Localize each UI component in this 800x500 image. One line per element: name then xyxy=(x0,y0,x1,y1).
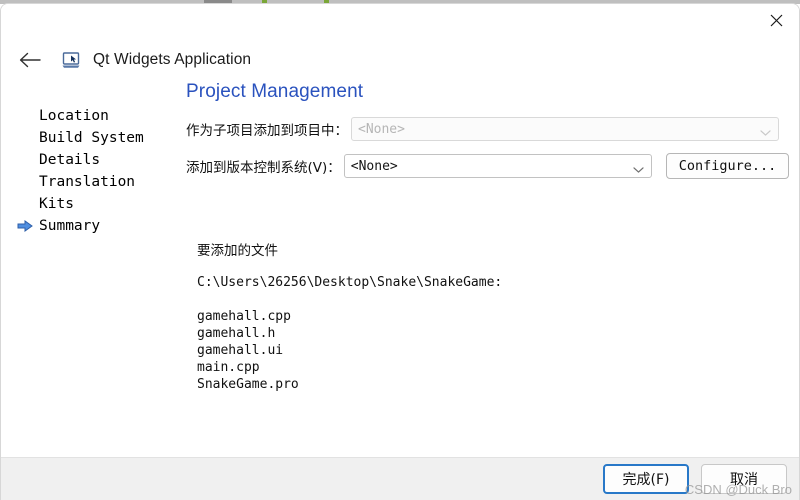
files-to-add-title: 要添加的文件 xyxy=(197,243,278,259)
vcs-label: 添加到版本控制系统(V)： xyxy=(186,160,341,176)
list-item: main.cpp xyxy=(197,360,260,375)
subproject-combobox[interactable]: <None> xyxy=(351,117,779,141)
list-item: gamehall.ui xyxy=(197,343,284,358)
subproject-row: 作为子项目添加到项目中： <None> xyxy=(186,117,799,141)
vcs-combobox[interactable]: <None> xyxy=(343,154,652,178)
sidebar-item-translation[interactable]: Translation xyxy=(1,171,181,193)
subproject-label: 作为子项目添加到项目中： xyxy=(186,123,348,139)
sidebar-item-label: Details xyxy=(39,152,101,168)
page-title: Qt Widgets Application xyxy=(93,51,252,68)
sidebar-item-label: Summary xyxy=(39,218,101,234)
files-target-path: C:\Users\26256\Desktop\Snake\SnakeGame: xyxy=(197,275,503,290)
wizard-dialog: Qt Widgets Application Location Build Sy… xyxy=(0,3,800,500)
configure-button[interactable]: Configure... xyxy=(665,153,790,179)
list-item: gamehall.cpp xyxy=(197,309,291,324)
sidebar-item-details[interactable]: Details xyxy=(1,149,181,171)
wizard-body: Location Build System Details Translatio… xyxy=(1,77,799,492)
cancel-button[interactable]: 取消 xyxy=(701,464,787,494)
wizard-header: Qt Widgets Application xyxy=(1,43,799,77)
wizard-step-list: Location Build System Details Translatio… xyxy=(1,105,181,237)
back-arrow-icon[interactable] xyxy=(15,45,45,75)
sidebar-item-label: Build System xyxy=(39,130,144,146)
chevron-down-icon xyxy=(760,126,771,136)
files-list: gamehall.cpp gamehall.h gamehall.ui main… xyxy=(197,308,799,393)
vcs-row: 添加到版本控制系统(V)： <None> Configure... xyxy=(186,153,799,179)
sidebar-item-label: Translation xyxy=(39,174,136,190)
title-bar xyxy=(1,4,799,46)
sidebar-item-kits[interactable]: Kits xyxy=(1,193,181,215)
sidebar-item-summary[interactable]: Summary xyxy=(1,215,181,237)
sidebar-item-label: Location xyxy=(39,108,109,124)
right-arrow-icon xyxy=(17,220,33,232)
sidebar-item-build-system[interactable]: Build System xyxy=(1,127,181,149)
screenshot-root: Qt Widgets Application Location Build Sy… xyxy=(0,0,800,500)
section-heading: Project Management xyxy=(186,81,364,102)
files-to-add-section: 要添加的文件 C:\Users\26256\Desktop\Snake\Snak… xyxy=(186,239,799,393)
qt-widgets-app-icon xyxy=(61,49,83,71)
list-item: SnakeGame.pro xyxy=(197,377,299,392)
chevron-down-icon xyxy=(633,163,644,173)
close-icon[interactable] xyxy=(753,4,799,36)
list-item: gamehall.h xyxy=(197,326,276,341)
wizard-page-content: Project Management 作为子项目添加到项目中： <None> 添… xyxy=(186,77,799,393)
finish-button[interactable]: 完成(F) xyxy=(603,464,689,494)
sidebar-item-label: Kits xyxy=(39,196,74,212)
sidebar-item-location[interactable]: Location xyxy=(1,105,181,127)
subproject-combobox-value: <None> xyxy=(358,121,405,137)
dialog-footer: 完成(F) 取消 xyxy=(1,457,799,500)
vcs-combobox-value: <None> xyxy=(350,158,398,174)
